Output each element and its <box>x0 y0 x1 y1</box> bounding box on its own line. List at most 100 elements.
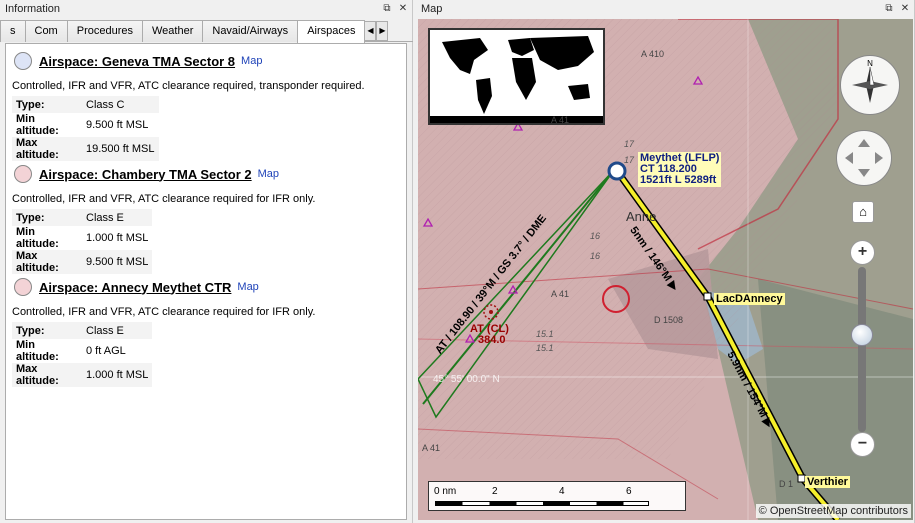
tab-com[interactable]: Com <box>24 20 68 42</box>
map-dock-title: Map <box>421 3 443 15</box>
home-icon[interactable]: ⌂ <box>852 201 874 223</box>
airspace-entry: Airspace: Chambery TMA Sector 2 Map Cont… <box>10 165 402 274</box>
airspace-color-icon <box>14 278 32 296</box>
waypoint-label: LacDAnnecy <box>714 293 785 305</box>
pan-right-icon <box>875 152 883 164</box>
airspace-title: Airspace: Annecy Meythet CTR <box>39 279 232 295</box>
close-icon[interactable]: ✕ <box>397 2 409 16</box>
zoom-slider-track[interactable] <box>858 267 866 432</box>
airspace-title: Airspace: Chambery TMA Sector 2 <box>39 166 252 182</box>
row-value: Class C <box>82 96 159 113</box>
pan-up-icon <box>858 139 870 147</box>
airway-label: A 41 <box>551 289 570 299</box>
waypoint-icon <box>703 292 712 301</box>
row-key: Max altitude: <box>12 250 82 274</box>
terrain-number: 17 <box>624 139 635 149</box>
info-tabbar: s Com Procedures Weather Navaid/Airways … <box>0 20 413 43</box>
airport-icon <box>607 161 627 181</box>
row-key: Min altitude: <box>16 113 59 137</box>
scale-bar: 0 nm 2 4 6 <box>428 481 686 511</box>
overview-map[interactable] <box>428 28 605 125</box>
tab-partial[interactable]: s <box>0 20 26 42</box>
row-value: Class E <box>82 322 153 339</box>
svg-text:N: N <box>867 59 873 68</box>
map-panel: Map ⧉ ✕ Meythet (LFLP) CT 118.200 1521ft… <box>416 0 915 523</box>
airspace-map-link[interactable]: Map <box>241 55 262 67</box>
airspace-color-icon <box>14 52 32 70</box>
tab-navaid-airways[interactable]: Navaid/Airways <box>202 20 299 42</box>
row-key: Min altitude: <box>16 339 59 363</box>
pan-left-icon <box>845 152 853 164</box>
scale-label: 0 nm <box>434 486 457 497</box>
airspace-description: Controlled, IFR and VFR, ATC clearance r… <box>12 193 316 205</box>
row-key: Max altitude: <box>12 363 82 387</box>
close-icon[interactable]: ✕ <box>899 2 911 16</box>
row-value: 1.000 ft MSL <box>86 232 149 244</box>
airway-label: A 41 <box>551 115 570 125</box>
float-icon[interactable]: ⧉ <box>381 2 393 16</box>
airspace-description: Controlled, IFR and VFR, ATC clearance r… <box>12 306 316 318</box>
row-key: Min altitude: <box>16 226 59 250</box>
terrain-number: 15.1 <box>536 343 554 353</box>
airway-label: D 1508 <box>654 315 684 325</box>
airspace-description: Controlled, IFR and VFR, ATC clearance r… <box>12 80 365 92</box>
airport-label-line: 1521ft L 5289ft <box>640 174 717 186</box>
tab-scroll-left-icon[interactable]: ◀ <box>364 21 377 41</box>
info-dock-titlebar[interactable]: Information ⧉ ✕ <box>0 0 412 19</box>
row-key: Type: <box>12 96 82 113</box>
terrain-number: 16 <box>590 251 601 261</box>
scale-bar-graphic <box>435 501 649 506</box>
map-canvas[interactable]: Meythet (LFLP) CT 118.200 1521ft L 5289f… <box>418 19 913 520</box>
waypoint-icon <box>797 474 806 483</box>
airspace-table: Type: Class C Min altitude: 9.500 ft MSL M… <box>12 96 159 161</box>
airway-label: A 41 <box>422 443 441 453</box>
airway-label: A 410 <box>641 49 665 59</box>
pan-control[interactable] <box>836 130 892 186</box>
row-value: 0 ft AGL <box>86 345 126 357</box>
airspaces-content: Airspace: Geneva TMA Sector 8 Map Contro… <box>5 43 407 520</box>
map-dock-titlebar[interactable]: Map ⧉ ✕ <box>416 0 914 19</box>
town-label: Anne <box>626 209 657 224</box>
tab-scroll-right-icon[interactable]: ▶ <box>376 21 389 41</box>
airspace-table: Type: Class E Min altitude: 0 ft AGL Max a… <box>12 322 153 387</box>
terrain-number: 15.1 <box>536 329 554 339</box>
tab-weather[interactable]: Weather <box>142 20 204 42</box>
airspace-title: Airspace: Geneva TMA Sector 8 <box>39 53 236 69</box>
airspace-table: Type: Class E Min altitude: 1.000 ft MSL M… <box>12 209 153 274</box>
airway-label: D 1 <box>779 479 794 489</box>
scale-label: 6 <box>626 486 632 497</box>
pan-down-icon <box>858 169 870 177</box>
latitude-label: 45° 55' 00.0" N <box>433 374 500 385</box>
scale-label: 4 <box>559 486 565 497</box>
row-key: Max altitude: <box>12 137 82 161</box>
terrain-number: 16 <box>590 231 601 241</box>
tab-procedures[interactable]: Procedures <box>66 20 143 42</box>
scale-label: 2 <box>492 486 498 497</box>
row-value: 19.500 ft MSL <box>82 137 159 161</box>
row-value: 9.500 ft MSL <box>86 119 149 131</box>
row-value: 1.000 ft MSL <box>82 363 153 387</box>
zoom-out-button[interactable]: − <box>850 432 875 457</box>
zoom-in-button[interactable]: + <box>850 240 875 265</box>
airspace-map-link[interactable]: Map <box>237 281 258 293</box>
airspace-entry: Airspace: Annecy Meythet CTR Map Control… <box>10 278 402 387</box>
row-value: 9.500 ft MSL <box>82 250 153 274</box>
row-value: Class E <box>82 209 153 226</box>
waypoint-label: Verthier <box>805 476 850 488</box>
airspace-map-link[interactable]: Map <box>258 168 279 180</box>
information-panel: Information ⧉ ✕ s Com Procedures Weather… <box>0 0 413 523</box>
ndb-label: AT (CL) 384.0 <box>470 324 509 346</box>
row-key: Type: <box>12 209 82 226</box>
row-key: Type: <box>12 322 82 339</box>
airspace-entry: Airspace: Geneva TMA Sector 8 Map Contro… <box>10 52 402 161</box>
airspace-color-icon <box>14 165 32 183</box>
terrain-number: 17 <box>624 155 635 165</box>
float-icon[interactable]: ⧉ <box>883 2 895 16</box>
compass-rose-icon: N <box>840 55 900 115</box>
info-dock-title: Information <box>5 3 61 15</box>
airport-label: Meythet (LFLP) CT 118.200 1521ft L 5289f… <box>638 152 722 187</box>
zoom-slider-thumb[interactable] <box>851 324 873 346</box>
ndb-frequency: 384.0 <box>478 334 506 346</box>
map-attribution[interactable]: © OpenStreetMap contributors <box>755 504 911 518</box>
tab-airspaces[interactable]: Airspaces <box>297 20 366 43</box>
